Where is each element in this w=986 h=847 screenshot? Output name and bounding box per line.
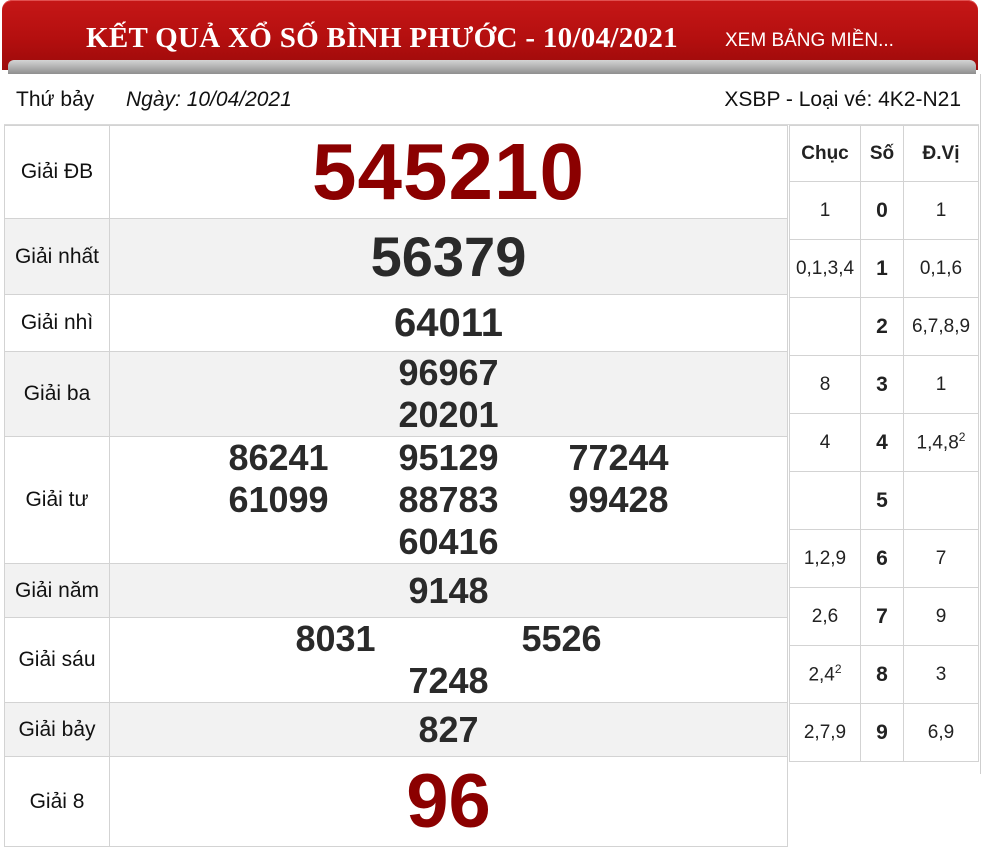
tens-values: 2,4 <box>808 664 835 686</box>
units-cell: 1 <box>903 181 979 240</box>
tens-cell: 2,42 <box>789 645 861 704</box>
prize-row-g4: Giải tư 86241 95129 77244 61099 88783 99… <box>4 436 788 564</box>
prize-row-g5: Giải năm 9148 <box>4 563 788 618</box>
digit-cell: 2 <box>860 297 904 356</box>
special-prize-number: 545210 <box>312 127 585 216</box>
prize-number: 56379 <box>370 225 527 288</box>
tens-cell: 8 <box>789 355 861 414</box>
col-header-units: Đ.Vị <box>903 125 979 182</box>
prize-label: Giải 8 <box>4 756 110 847</box>
loto-row: 2 6,7,8,9 <box>789 297 979 356</box>
prize-number: 9148 <box>408 569 489 611</box>
prize-number: 61099 <box>228 479 329 520</box>
prize-number: 77244 <box>568 437 669 478</box>
prize-number: 60416 <box>398 521 499 562</box>
prize-row-g8: Giải 8 96 <box>4 756 788 847</box>
prize-label: Giải tư <box>4 436 110 564</box>
prize-number: 96967 <box>398 352 499 393</box>
weekday: Thứ bảy <box>16 88 95 111</box>
tens-cell: 1 <box>789 181 861 240</box>
prize-label: Giải ba <box>4 351 110 437</box>
prize-row-g6: Giải sáu 8031 5526 7248 <box>4 617 788 703</box>
digit-cell: 5 <box>860 471 904 530</box>
units-cell: 1,4,82 <box>903 413 979 472</box>
digit-cell: 6 <box>860 529 904 588</box>
col-header-tens: Chục <box>789 125 861 182</box>
prize-label: Giải ĐB <box>4 125 110 219</box>
prize-number: 8031 <box>295 618 376 659</box>
prize-row-db: Giải ĐB 545210 <box>4 125 788 219</box>
loto-row: 2,42 8 3 <box>789 645 979 704</box>
digit-cell: 9 <box>860 703 904 762</box>
digit-cell: 3 <box>860 355 904 414</box>
loto-head-tail-table: Chục Số Đ.Vị 101 0,1,3,4 1 0,1,6 2 6,7,8,9 … <box>789 125 979 762</box>
header-title: KẾT QUẢ XỔ SỐ BÌNH PHƯỚC - 10/04/2021 <box>86 22 678 54</box>
loto-row: 2,6 7 9 <box>789 587 979 646</box>
ticket-type: XSBP - Loại vé: 4K2-N21 <box>724 88 961 111</box>
units-values: 1,4,8 <box>916 432 959 454</box>
loto-row: 2,7,9 9 6,9 <box>789 703 979 762</box>
prize-number: 827 <box>418 708 479 750</box>
tens-cell <box>789 297 861 356</box>
loto-row: 5 <box>789 471 979 530</box>
loto-row: 831 <box>789 355 979 414</box>
prize-number: 64011 <box>393 300 504 345</box>
prize-number: 86241 <box>228 437 329 478</box>
prize-label: Giải sáu <box>4 617 110 703</box>
eighth-prize-number: 96 <box>406 759 491 844</box>
units-cell: 6,9 <box>903 703 979 762</box>
tens-cell: 1,2,9 <box>789 529 861 588</box>
prize-row-g1: Giải nhất 56379 <box>4 218 788 295</box>
digit-cell: 1 <box>860 239 904 298</box>
view-region-table-link[interactable]: XEM BẢNG MIỀN... <box>725 30 894 52</box>
prize-number: 88783 <box>398 479 499 520</box>
loto-row: 4 4 1,4,82 <box>789 413 979 472</box>
prize-number: 5526 <box>521 618 602 659</box>
prize-label: Giải nhất <box>4 218 110 295</box>
tens-cell: 0,1,3,4 <box>789 239 861 298</box>
units-cell <box>903 471 979 530</box>
digit-cell: 4 <box>860 413 904 472</box>
prize-label: Giải năm <box>4 563 110 618</box>
count-superscript: 2 <box>834 662 842 677</box>
units-cell: 3 <box>903 645 979 704</box>
units-cell: 6,7,8,9 <box>903 297 979 356</box>
prize-number: 20201 <box>398 394 499 435</box>
prize-label: Giải nhì <box>4 294 110 352</box>
loto-header-row: Chục Số Đ.Vị <box>789 125 979 182</box>
tens-cell: 2,6 <box>789 587 861 646</box>
prize-row-g3: Giải ba 96967 20201 <box>4 351 788 437</box>
digit-cell: 0 <box>860 181 904 240</box>
digit-cell: 7 <box>860 587 904 646</box>
digit-cell: 8 <box>860 645 904 704</box>
loto-row: 0,1,3,4 1 0,1,6 <box>789 239 979 298</box>
count-superscript: 2 <box>958 430 966 445</box>
loto-row: 101 <box>789 181 979 240</box>
units-cell: 9 <box>903 587 979 646</box>
prize-row-g2: Giải nhì 64011 <box>4 294 788 352</box>
prize-number: 99428 <box>568 479 669 520</box>
draw-info-bar: Thứ bảy Ngày: 10/04/2021 XSBP - Loại vé:… <box>4 74 979 125</box>
units-cell: 0,1,6 <box>903 239 979 298</box>
loto-row: 1,2,9 6 7 <box>789 529 979 588</box>
col-header-number: Số <box>860 125 904 182</box>
draw-date: Ngày: 10/04/2021 <box>126 88 292 111</box>
tens-cell <box>789 471 861 530</box>
prize-number: 95129 <box>398 437 499 478</box>
tens-cell: 4 <box>789 413 861 472</box>
tens-cell: 2,7,9 <box>789 703 861 762</box>
results-page: KẾT QUẢ XỔ SỐ BÌNH PHƯỚC - 10/04/2021 XE… <box>0 0 986 847</box>
units-cell: 1 <box>903 355 979 414</box>
prize-table: Giải ĐB 545210 Giải nhất 56379 Giải nhì … <box>4 125 788 847</box>
prize-label: Giải bảy <box>4 702 110 757</box>
prize-number: 7248 <box>408 660 489 701</box>
units-cell: 7 <box>903 529 979 588</box>
header-divider <box>8 60 976 74</box>
prize-row-g7: Giải bảy 827 <box>4 702 788 757</box>
